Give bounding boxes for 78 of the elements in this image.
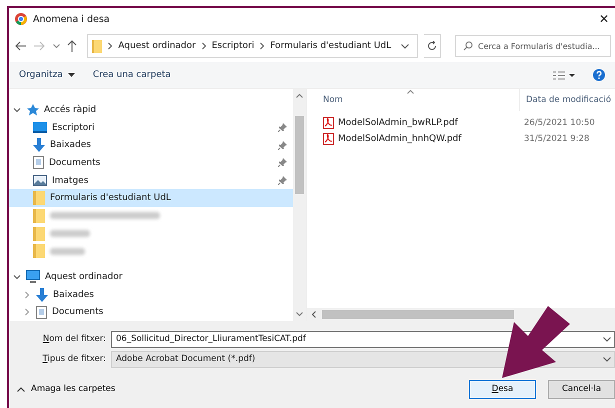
window-title: Anomena i desa xyxy=(33,14,111,24)
folder-icon xyxy=(33,226,45,241)
folder-icon xyxy=(33,244,45,258)
save-button[interactable]: Desa xyxy=(469,380,536,398)
scrollbar-thumb[interactable] xyxy=(295,116,304,194)
modified-date: 31/5/2021 9:28 xyxy=(523,134,590,144)
tree-item[interactable]: Imatges xyxy=(9,172,293,190)
breadcrumb-item[interactable]: Aquest ordinador xyxy=(118,41,196,51)
chevron-down-icon[interactable] xyxy=(401,44,410,48)
help-icon[interactable] xyxy=(593,69,605,81)
organize-menu-button[interactable]: Organitza xyxy=(19,70,75,80)
breadcrumb-item[interactable]: Escriptori xyxy=(212,41,254,51)
dropdown-triangle-icon[interactable] xyxy=(68,73,75,77)
file-type-label: Tipus de fitxer: xyxy=(42,354,107,364)
document-icon xyxy=(33,156,44,170)
new-folder-button[interactable]: Crea una carpeta xyxy=(92,70,171,80)
tree-group-item[interactable]: Aquest ordinador xyxy=(9,268,293,286)
chevron-up-icon[interactable] xyxy=(17,386,25,392)
tree-item[interactable]: Documents xyxy=(9,154,293,172)
breadcrumb-separator-icon xyxy=(107,42,114,50)
document-icon xyxy=(36,306,47,319)
pin-icon[interactable] xyxy=(278,140,287,150)
chevron-right-icon[interactable] xyxy=(23,290,31,299)
dropdown-chevron-icon[interactable] xyxy=(603,336,611,342)
file-type-dropdown[interactable]: Adobe Acrobat Document (*.pdf) xyxy=(111,350,615,368)
vertical-scrollbar[interactable] xyxy=(293,89,306,321)
computer-icon xyxy=(26,270,40,284)
desktop-icon xyxy=(33,122,47,133)
tree-item[interactable]: Formularis d'estudiant UdL xyxy=(9,189,293,208)
close-button[interactable]: ✕ xyxy=(593,9,615,29)
chevron-right-icon[interactable] xyxy=(23,308,31,316)
download-arrow-icon xyxy=(33,138,45,152)
refresh-icon[interactable] xyxy=(427,41,438,51)
folder-icon xyxy=(33,191,45,206)
star-icon xyxy=(26,103,39,116)
pin-icon[interactable] xyxy=(278,123,287,132)
pin-icon[interactable] xyxy=(278,176,287,186)
scroll-up-icon[interactable] xyxy=(296,93,303,98)
search-icon xyxy=(462,41,473,51)
search-field[interactable]: Cerca a Formularis d'estudia... xyxy=(454,35,611,57)
scroll-down-icon[interactable] xyxy=(296,312,303,317)
chevron-down-icon[interactable] xyxy=(52,44,60,48)
browser-logo-icon xyxy=(15,13,27,25)
pin-icon[interactable] xyxy=(278,158,287,168)
scroll-left-icon[interactable] xyxy=(311,311,316,318)
filename-field[interactable]: 06_Sollicitud_Director_LliuramentTesiCAT.pdf xyxy=(111,330,615,348)
view-options-icon[interactable] xyxy=(553,70,575,80)
folder-icon xyxy=(33,208,45,223)
breadcrumb-separator-icon xyxy=(200,42,207,50)
column-header[interactable]: Nom xyxy=(323,89,520,111)
tree-group-item[interactable]: Accés ràpid xyxy=(9,101,293,119)
tree-item[interactable]: Baixades xyxy=(9,136,293,154)
filename-label: Nom del fitxer: xyxy=(42,334,107,344)
download-arrow-icon xyxy=(36,288,48,302)
tree-item[interactable]: Escriptori xyxy=(9,118,293,136)
column-header[interactable]: Data de modificació xyxy=(520,95,612,105)
image-icon xyxy=(33,175,47,186)
cancel-button[interactable]: Cancel·la xyxy=(548,380,615,398)
breadcrumb-item[interactable]: Formularis d'estudiant UdL xyxy=(270,41,392,51)
address-bar[interactable]: Aquest ordinador Escriptori Formularis d'estudiant UdL xyxy=(87,34,418,58)
pdf-file-icon xyxy=(323,133,334,145)
sort-ascending-icon xyxy=(407,90,414,94)
file-name[interactable]: ModelSolAdmin_hnhQW.pdf xyxy=(338,134,518,144)
tree-item[interactable]: Documents xyxy=(9,303,293,322)
chevron-down-icon[interactable] xyxy=(13,106,21,114)
file-name[interactable]: ModelSolAdmin_bwRLP.pdf xyxy=(338,118,518,128)
folder-icon xyxy=(92,40,102,52)
tree-item[interactable]: Baixades xyxy=(9,286,293,304)
dropdown-chevron-icon[interactable] xyxy=(603,356,611,362)
scrollbar-thumb[interactable] xyxy=(322,310,514,319)
refresh-button[interactable] xyxy=(424,34,441,58)
chevron-down-icon[interactable] xyxy=(13,272,21,281)
hide-folders-button[interactable]: Amaga les carpetes xyxy=(17,384,116,394)
modified-date: 26/5/2021 10:50 xyxy=(523,118,595,128)
horizontal-scrollbar[interactable] xyxy=(307,308,615,321)
up-button[interactable] xyxy=(67,38,78,54)
pdf-file-icon xyxy=(323,117,334,129)
breadcrumb-separator-icon xyxy=(259,42,266,50)
